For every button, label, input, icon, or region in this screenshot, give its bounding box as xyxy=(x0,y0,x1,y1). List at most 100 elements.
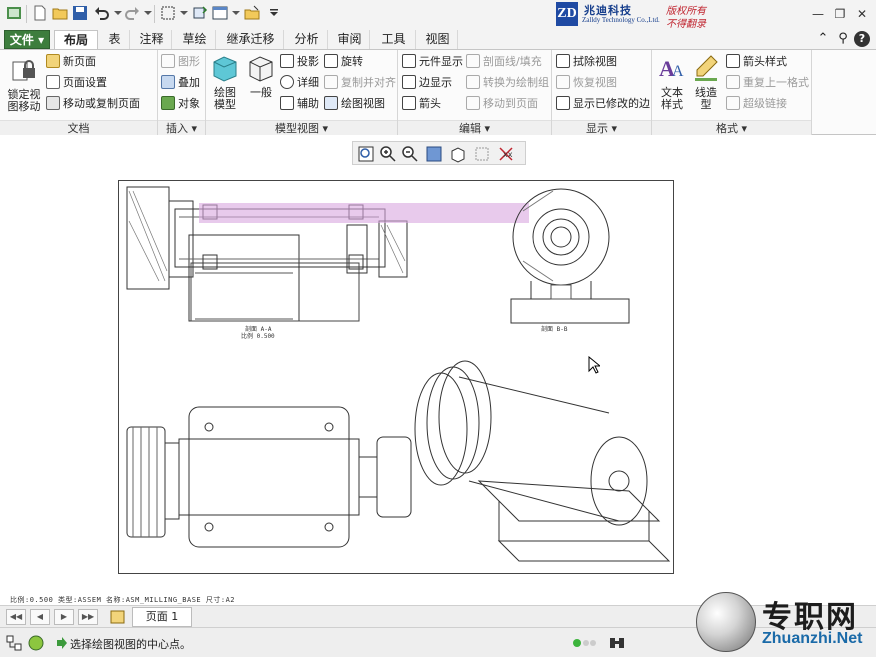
search-icon[interactable]: ⚲ xyxy=(834,30,852,48)
copy-page-icon xyxy=(46,96,60,110)
find-icon[interactable] xyxy=(608,634,626,652)
tab-analysis[interactable]: 分析 xyxy=(286,30,328,49)
move-copy-page-button[interactable]: 移动或复制页面 xyxy=(46,95,140,113)
chevron-down-icon[interactable] xyxy=(228,5,244,21)
first-page-button[interactable]: ◀◀ xyxy=(6,609,26,625)
general-view-button[interactable]: 一般 xyxy=(244,54,278,99)
app-icon[interactable] xyxy=(6,5,22,21)
view-toolbar: xx xyxy=(352,141,526,165)
group-label-edit[interactable]: 编辑 ▾ xyxy=(398,120,551,136)
tab-tools[interactable]: 工具 xyxy=(372,30,416,49)
group-label-format[interactable]: 格式 ▾ xyxy=(652,120,811,136)
model-views-label: 模型视图 xyxy=(274,122,319,135)
section-fill-button[interactable]: 剖面线/填充 xyxy=(466,53,542,71)
browser-icon[interactable] xyxy=(28,635,44,651)
undo-icon[interactable] xyxy=(94,5,110,21)
drawing-model-button[interactable]: 绘图 模型 xyxy=(208,54,242,111)
tab-legacy-migration[interactable]: 继承迁移 xyxy=(218,30,284,49)
zoom-out-icon[interactable] xyxy=(401,145,419,163)
prev-page-button[interactable]: ◀ xyxy=(30,609,50,625)
detail-button[interactable]: 详细 xyxy=(280,74,319,92)
redo-icon[interactable] xyxy=(124,5,140,21)
tab-table[interactable]: 表 xyxy=(100,30,130,49)
close-icon[interactable]: ✕ xyxy=(854,6,870,22)
repeat-format-button[interactable]: 重复上一格式 xyxy=(726,74,809,92)
customize-dropdown-icon[interactable] xyxy=(266,5,282,21)
separator xyxy=(154,5,155,23)
rotate-button[interactable]: 旋转 xyxy=(324,53,363,71)
drawing-canvas[interactable]: xx 剖面 A-A 比例 0.500 剖面 B-B 比例:0.500 类型:AS… xyxy=(0,135,876,605)
isometric-view[interactable] xyxy=(414,360,671,562)
zoom-in-icon[interactable] xyxy=(379,145,397,163)
select-box-icon[interactable] xyxy=(160,5,176,21)
tab-label: 文件 xyxy=(9,33,34,47)
page-setup-button[interactable]: 页面设置 xyxy=(46,74,107,92)
repaint-icon[interactable] xyxy=(425,145,443,163)
close-window-icon[interactable] xyxy=(244,5,260,21)
new-file-icon[interactable] xyxy=(32,5,48,21)
restore-view-button[interactable]: 恢复视图 xyxy=(556,74,617,92)
edge-display-button[interactable]: 边显示 xyxy=(402,74,452,92)
brand-mark: ZD xyxy=(556,2,578,26)
drawing-view-label: 绘图视图 xyxy=(341,97,385,110)
element-display-button[interactable]: 元件显示 xyxy=(402,53,463,71)
text-style-icon: AA xyxy=(659,56,684,81)
object-icon xyxy=(161,96,175,110)
tab-review[interactable]: 审阅 xyxy=(330,30,370,49)
line-style-button[interactable]: 线造 型 xyxy=(690,54,722,111)
new-page-icon[interactable] xyxy=(110,609,126,625)
refit-icon[interactable] xyxy=(357,145,375,163)
drawing-model-label: 绘图 模型 xyxy=(214,86,236,111)
text-style-button[interactable]: AA 文本 样式 xyxy=(656,54,688,111)
overlay-button[interactable]: 叠加 xyxy=(161,74,200,92)
show-modified-edges-button[interactable]: 显示已修改的边 xyxy=(556,95,650,113)
drawing-view-icon xyxy=(324,96,338,110)
help-icon[interactable]: ? xyxy=(854,31,870,47)
model-tree-icon[interactable] xyxy=(6,635,22,651)
tab-layout[interactable]: 布局 xyxy=(54,30,98,50)
projection-button[interactable]: 投影 xyxy=(280,53,319,71)
arrow-button[interactable]: 箭头 xyxy=(402,95,441,113)
save-icon[interactable] xyxy=(72,5,88,21)
regenerate-icon[interactable] xyxy=(192,5,208,21)
convert-draw-group-button[interactable]: 转换为绘制组 xyxy=(466,74,549,92)
group-model-views: 绘图 模型 一般 投影 详细 辅助 旋转 复制并对齐 绘图视图 模型视图 ▾ xyxy=(206,50,398,136)
minimize-icon[interactable]: — xyxy=(810,6,826,22)
object-button[interactable]: 对象 xyxy=(161,95,200,113)
tab-file[interactable]: 文件 ▾ xyxy=(4,30,50,49)
windows-icon[interactable] xyxy=(212,5,228,21)
page-tab-1[interactable]: 页面 1 xyxy=(132,607,192,627)
move-to-page-button[interactable]: 移动到页面 xyxy=(466,95,538,113)
restore-icon[interactable]: ❐ xyxy=(832,6,848,22)
auxiliary-button[interactable]: 辅助 xyxy=(280,95,319,113)
erase-view-button[interactable]: 拭除视图 xyxy=(556,53,617,71)
group-insert: 图形 叠加 对象 插入 ▾ xyxy=(158,50,206,136)
shape-icon xyxy=(161,54,175,68)
annotation-display-icon[interactable]: xx xyxy=(497,145,515,163)
open-folder-icon[interactable] xyxy=(52,5,68,21)
new-page-button[interactable]: 新页面 xyxy=(46,53,96,71)
copy-align-button[interactable]: 复制并对齐 xyxy=(324,74,396,92)
chevron-down-icon[interactable] xyxy=(176,5,192,21)
datum-display-icon[interactable] xyxy=(473,145,491,163)
collapse-ribbon-icon[interactable]: ⌃ xyxy=(814,30,832,48)
tab-view[interactable]: 视图 xyxy=(418,30,458,49)
drawing-view-button[interactable]: 绘图视图 xyxy=(324,95,385,113)
drawing-sheet[interactable]: 剖面 A-A 比例 0.500 剖面 B-B xyxy=(118,180,674,574)
tab-annotate[interactable]: 注释 xyxy=(132,30,172,49)
group-format: AA 文本 样式 线造 型 箭头样式 重复上一格式 超级链接 格式 ▾ xyxy=(652,50,812,136)
top-view[interactable] xyxy=(126,406,412,548)
shape-button[interactable]: 图形 xyxy=(161,53,200,71)
arrow-style-button[interactable]: 箭头样式 xyxy=(726,53,787,71)
group-label-display[interactable]: 显示 ▾ xyxy=(552,120,651,136)
tab-sketch[interactable]: 草绘 xyxy=(174,30,216,49)
group-display: 拭除视图 恢复视图 显示已修改的边 显示 ▾ xyxy=(552,50,652,136)
lock-view-move-button[interactable]: 锁定视 图移动 xyxy=(4,56,44,113)
hyperlink-button[interactable]: 超级链接 xyxy=(726,95,787,113)
group-label-insert[interactable]: 插入 ▾ xyxy=(158,120,205,136)
last-page-button[interactable]: ▶▶ xyxy=(78,609,98,625)
restore-view-label: 恢复视图 xyxy=(573,76,617,89)
group-label-model-views[interactable]: 模型视图 ▾ xyxy=(206,120,397,136)
next-page-button[interactable]: ▶ xyxy=(54,609,74,625)
display-style-icon[interactable] xyxy=(449,145,467,163)
